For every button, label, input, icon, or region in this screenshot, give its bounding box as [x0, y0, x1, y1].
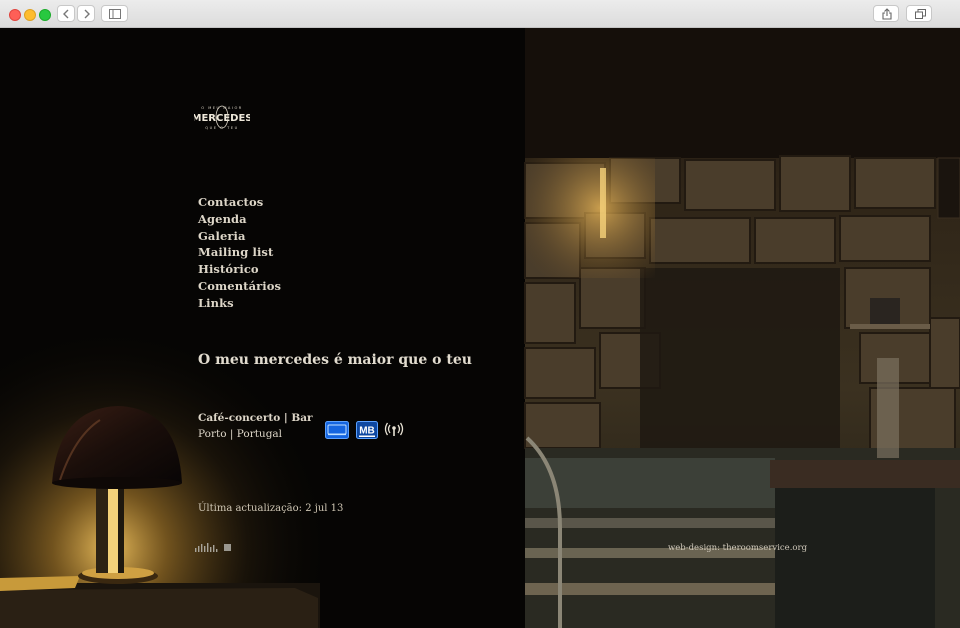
sidebar-toggle-button[interactable] — [101, 5, 128, 22]
menu-item-comentarios[interactable]: Comentários — [198, 278, 281, 295]
card-icon — [325, 421, 349, 439]
chevron-left-icon — [63, 9, 69, 19]
chevron-right-icon — [84, 9, 90, 19]
last-update: Última actualização: 2 jul 13 — [198, 503, 344, 514]
multibanco-label: MB — [359, 426, 375, 437]
menu-item-links[interactable]: Links — [198, 295, 281, 312]
multibanco-icon: MB — [356, 421, 378, 439]
minimize-window-button[interactable] — [24, 9, 36, 21]
wifi-icon — [384, 422, 404, 436]
slogan: O meu mercedes é maior que o teu — [198, 352, 472, 368]
tabs-icon — [915, 9, 926, 19]
background-photo — [0, 28, 960, 628]
sound-equalizer-icon[interactable] — [195, 542, 221, 552]
stop-sound-button[interactable] — [224, 544, 231, 551]
menu-item-historico[interactable]: Histórico — [198, 261, 281, 278]
web-page: O MEU MAIOR MERCEDES QUE O TEU Contactos… — [0, 28, 960, 628]
logo-bottom-text: QUE O TEU — [205, 126, 238, 130]
back-button[interactable] — [57, 5, 75, 22]
share-button[interactable] — [873, 5, 899, 22]
menu-item-galeria[interactable]: Galeria — [198, 228, 281, 245]
logo-top-text: O MEU MAIOR — [201, 106, 243, 110]
tab-overview-button[interactable] — [906, 5, 932, 22]
sidebar-icon — [109, 9, 121, 19]
logo-main-text: MERCEDES — [194, 113, 250, 124]
venue-location: Porto | Portugal — [198, 428, 283, 440]
web-design-credit-link[interactable]: web-design: theroomservice.org — [668, 543, 807, 553]
menu-item-mailing-list[interactable]: Mailing list — [198, 244, 281, 261]
close-window-button[interactable] — [9, 9, 21, 21]
zoom-window-button[interactable] — [39, 9, 51, 21]
forward-button[interactable] — [77, 5, 95, 22]
menu-item-contactos[interactable]: Contactos — [198, 194, 281, 211]
browser-toolbar — [0, 0, 960, 28]
venue-type: Café-concerto | Bar — [198, 412, 313, 424]
share-icon — [882, 8, 892, 20]
main-menu: Contactos Agenda Galeria Mailing list Hi… — [198, 194, 281, 312]
mercedes-logo[interactable]: O MEU MAIOR MERCEDES QUE O TEU — [194, 104, 250, 132]
menu-item-agenda[interactable]: Agenda — [198, 211, 281, 228]
